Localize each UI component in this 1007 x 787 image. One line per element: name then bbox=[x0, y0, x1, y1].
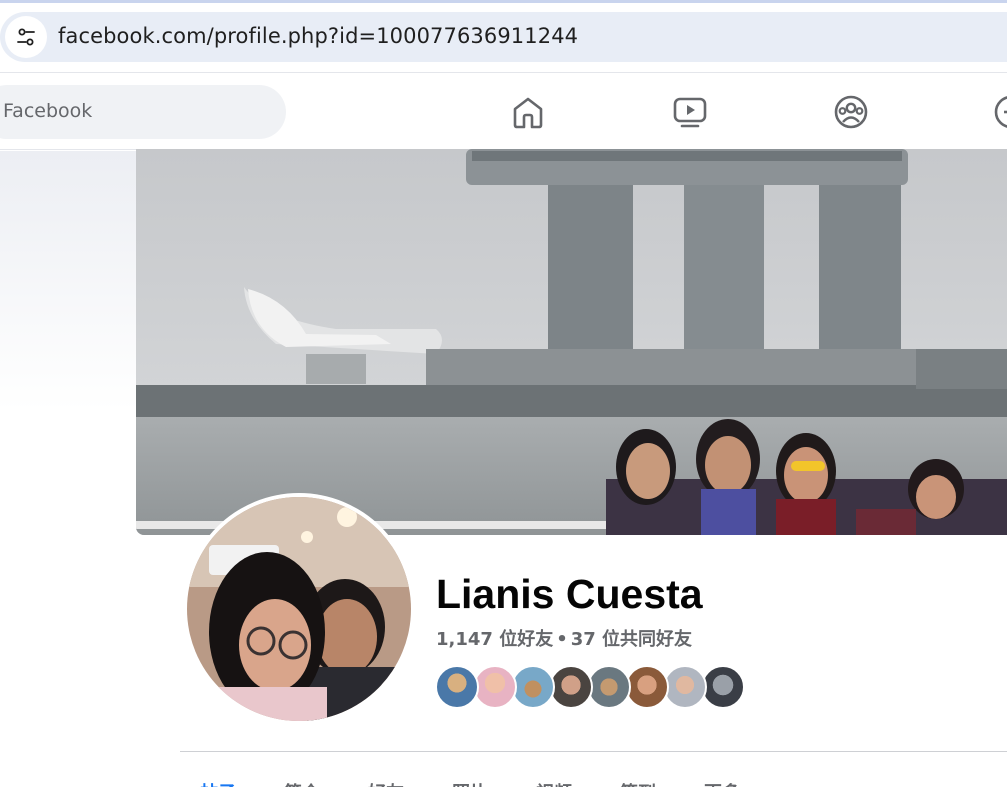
mutual-friend-avatar[interactable] bbox=[473, 665, 517, 709]
mutual-friend-avatar[interactable] bbox=[511, 665, 555, 709]
cover-photo-image bbox=[136, 149, 1007, 535]
mutual-count-link[interactable]: 37 位共同好友 bbox=[571, 629, 692, 650]
avatar-image bbox=[187, 497, 411, 721]
profile-name: Lianis Cuesta bbox=[436, 571, 703, 617]
browser-toolbar: facebook.com/profile.php?id=100077636911… bbox=[0, 0, 1007, 73]
cover-photo[interactable] bbox=[136, 149, 1007, 535]
friend-counts: 1,147 位好友 • 37 位共同好友 bbox=[436, 625, 692, 651]
video-icon[interactable] bbox=[672, 94, 708, 130]
tab-videos[interactable]: 视频 bbox=[536, 779, 572, 787]
profile-page: Lianis Cuesta 1,147 位好友•37 位共同好友 帖子 简介 好… bbox=[0, 149, 1007, 787]
mutual-friend-avatar[interactable] bbox=[625, 665, 669, 709]
search-input[interactable]: Facebook bbox=[0, 85, 286, 139]
profile-divider bbox=[180, 751, 1007, 752]
mutual-friend-avatar[interactable] bbox=[587, 665, 631, 709]
friend-count-link[interactable]: 1,147 位好友 bbox=[436, 629, 553, 650]
tab-strip-edge bbox=[0, 0, 1007, 3]
facebook-navbar: Facebook bbox=[0, 74, 1007, 150]
tab-posts[interactable]: 帖子 bbox=[200, 779, 236, 787]
tune-icon bbox=[17, 28, 35, 46]
groups-icon[interactable] bbox=[833, 94, 869, 130]
site-info-button[interactable] bbox=[5, 16, 47, 58]
search-placeholder: Facebook bbox=[3, 100, 93, 122]
tab-more[interactable]: 更多 bbox=[704, 779, 740, 787]
avatar bbox=[187, 497, 411, 721]
home-icon[interactable] bbox=[510, 94, 546, 130]
mutual-friend-avatar[interactable] bbox=[549, 665, 593, 709]
mutual-friend-avatar[interactable] bbox=[435, 665, 479, 709]
url-text[interactable]: facebook.com/profile.php?id=100077636911… bbox=[58, 24, 578, 48]
tab-photos[interactable]: 照片 bbox=[452, 779, 488, 787]
mutual-friend-avatar[interactable] bbox=[663, 665, 707, 709]
profile-picture[interactable] bbox=[183, 493, 415, 725]
tab-friends[interactable]: 好友 bbox=[368, 779, 404, 787]
page-background bbox=[0, 151, 137, 411]
mutual-friend-avatar[interactable] bbox=[701, 665, 745, 709]
tab-about[interactable]: 简介 bbox=[284, 779, 320, 787]
address-bar[interactable]: facebook.com/profile.php?id=100077636911… bbox=[0, 12, 1007, 62]
separator: • bbox=[556, 629, 568, 650]
tab-checkins[interactable]: 签到 bbox=[620, 779, 656, 787]
add-icon[interactable] bbox=[993, 94, 1007, 130]
screen: facebook.com/profile.php?id=100077636911… bbox=[0, 0, 1007, 787]
